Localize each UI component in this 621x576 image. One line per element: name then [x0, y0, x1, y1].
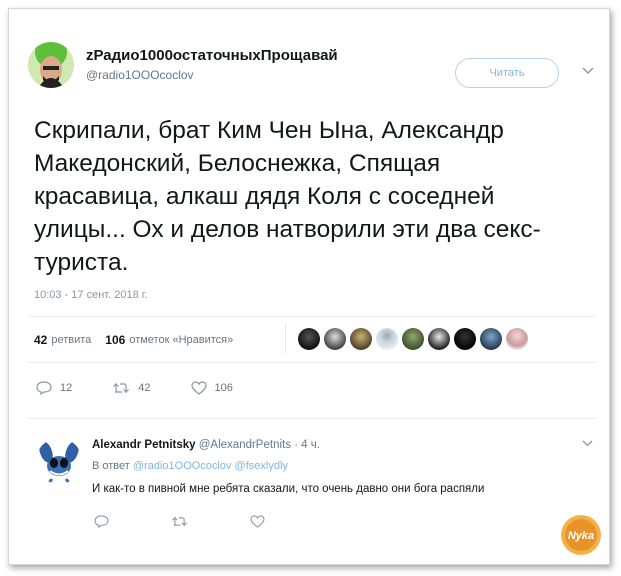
- chevron-down-icon[interactable]: [582, 64, 594, 78]
- reply-icon[interactable]: [94, 515, 109, 533]
- retweets-label[interactable]: ретвита: [51, 334, 91, 346]
- liker-avatar[interactable]: [506, 328, 528, 350]
- divider: [28, 362, 596, 363]
- tweet-text-line: красавица, алкаш дядя Коля с соседней: [34, 183, 495, 210]
- likes-count[interactable]: 106: [105, 333, 125, 347]
- reply-time[interactable]: · 4 ч.: [294, 439, 320, 451]
- divider: [28, 418, 596, 419]
- liker-avatar[interactable]: [324, 328, 346, 350]
- liker-avatar[interactable]: [454, 328, 476, 350]
- liker-avatar[interactable]: [350, 328, 372, 350]
- reply-text: И как-то в пивной мне ребята сказали, чт…: [92, 483, 485, 495]
- tweet-header: zРадио1000остаточныхПрощавай @radio1OOOc…: [28, 42, 338, 88]
- watermark-text: Nyka: [568, 530, 594, 542]
- reply-icon: [36, 381, 52, 395]
- tweet-card: [8, 8, 610, 565]
- in-reply-prefix: В ответ: [92, 460, 130, 472]
- watermark-logo: Nyka: [560, 514, 602, 556]
- heart-icon[interactable]: [250, 515, 265, 533]
- tweet-actions: 12 42 106: [36, 381, 273, 395]
- retweet-icon: [113, 382, 130, 394]
- engagement-stats: 42 ретвита 106 отметок «Нравится»: [34, 333, 233, 347]
- reply-count: 12: [60, 382, 73, 394]
- reply-button[interactable]: 12: [36, 381, 72, 395]
- liker-avatar[interactable]: [428, 328, 450, 350]
- tweet-text-line: Скрипали, брат Ким Чен Ына, Александр: [34, 117, 504, 144]
- reply-header: Alexandr Petnitsky @AlexandrPetnits · 4 …: [92, 439, 320, 451]
- reply-author-avatar[interactable]: [36, 438, 82, 484]
- likes-label[interactable]: отметок «Нравится»: [129, 334, 233, 346]
- author-username[interactable]: @radio1OOOcoclov: [86, 67, 338, 83]
- author-display-name[interactable]: zРадио1000остаточныхПрощавай: [86, 47, 338, 65]
- in-reply-user-link[interactable]: @radio1OOOcoclov: [133, 460, 232, 472]
- author-avatar[interactable]: [28, 42, 74, 88]
- reply-author-name[interactable]: Alexandr Petnitsky: [92, 439, 196, 451]
- follow-button[interactable]: Читать: [455, 58, 559, 88]
- tweet-text-line: туриста.: [34, 249, 129, 276]
- liker-avatar[interactable]: [376, 328, 398, 350]
- retweet-icon[interactable]: [171, 515, 188, 533]
- in-reply-user-link[interactable]: @fsexlydly: [235, 460, 288, 472]
- like-button[interactable]: 106: [190, 381, 233, 395]
- reply-actions: [94, 515, 327, 533]
- like-count: 106: [214, 382, 233, 394]
- liker-avatar[interactable]: [298, 328, 320, 350]
- in-reply-to: В ответ @radio1OOOcoclov @fsexlydly: [92, 460, 288, 472]
- retweets-count[interactable]: 42: [34, 333, 47, 347]
- tweet-timestamp[interactable]: 10:03 - 17 сент. 2018 г.: [34, 289, 147, 301]
- divider: [285, 325, 286, 353]
- divider: [28, 316, 596, 317]
- tweet-text-line: улицы... Ох и делов натворили эти два се…: [34, 216, 541, 243]
- liker-avatar[interactable]: [402, 328, 424, 350]
- reply-author-username[interactable]: @AlexandrPetnits: [199, 439, 291, 451]
- liker-avatars: [298, 328, 532, 350]
- tweet-text: Скрипали, брат Ким Чен Ына, Александр Ма…: [34, 114, 594, 279]
- heart-icon: [190, 381, 207, 395]
- liker-avatar[interactable]: [480, 328, 502, 350]
- tweet-text-line: Македонский, Белоснежка, Спящая: [34, 150, 441, 177]
- chevron-down-icon[interactable]: [582, 438, 593, 450]
- retweet-count: 42: [138, 382, 151, 394]
- retweet-button[interactable]: 42: [112, 381, 151, 395]
